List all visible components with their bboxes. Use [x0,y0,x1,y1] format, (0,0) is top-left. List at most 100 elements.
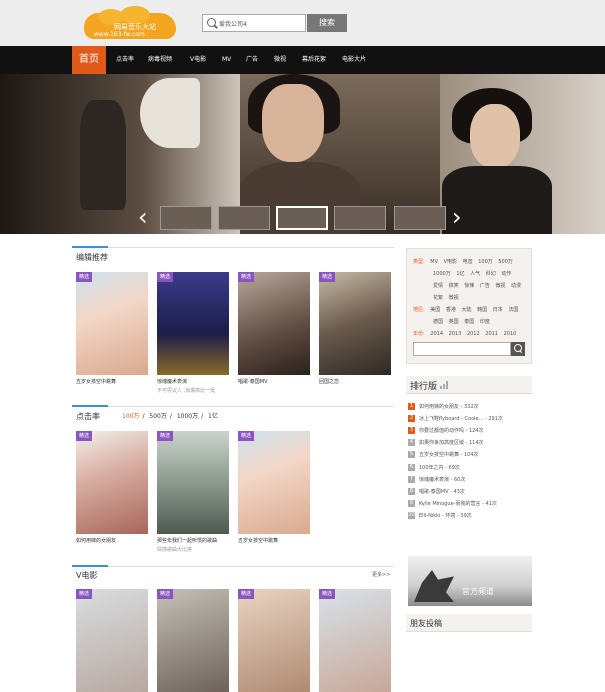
video-thumbnail[interactable]: 精选 [76,431,148,534]
filter-option[interactable]: V电影 [444,259,457,265]
banner-thumb[interactable] [394,206,446,230]
video-caption[interactable]: 唱歌-泰国MV [238,378,310,385]
nav-item-behind-scenes[interactable]: 幕后花絮 [302,46,326,74]
rank-item[interactable]: 7 惊魂魔术表演 - 60次 [408,473,532,485]
video-card[interactable]: 精选 五岁女孩空中跳舞 [238,431,310,544]
video-card[interactable]: 精选 那些年我们一起听惯的歌曲 情感歌曲大比拼 [157,431,229,553]
rank-text[interactable]: 你要过都值的动作吗 - 124次 [419,427,484,434]
rank-text[interactable]: 如果你争加高度区域 - 114次 [419,439,484,446]
video-caption[interactable]: 那些年我们一起听惯的歌曲 [157,537,229,544]
filter-option[interactable]: 科幻 [486,271,496,277]
filter-option[interactable]: 搞笑 [449,283,459,289]
filter-option[interactable]: 电音 [463,259,473,265]
rank-text[interactable]: Kylie Minogue-而我的营言 - 41次 [419,500,497,507]
video-card[interactable]: 精选 [157,589,229,692]
nav-item-clicks[interactable]: 点击率 [116,46,134,74]
rank-text[interactable]: 唱歌-泰国MV - 43次 [419,488,465,495]
tab-100w[interactable]: 100万 [122,413,139,420]
filter-option[interactable]: 动漫 [511,283,521,289]
tab-1000w[interactable]: 1000万 [177,413,198,420]
video-caption[interactable]: 惊魂魔术表演 [157,378,229,385]
sidebar-search-icon[interactable] [511,342,525,356]
filter-option[interactable]: 德国 [433,319,443,325]
banner-thumb[interactable] [160,206,212,230]
nav-item-micro[interactable]: 微视 [274,46,286,74]
filter-option[interactable]: 2014 [430,331,443,337]
banner-prev-arrow-icon[interactable]: ‹ [138,204,148,230]
nav-item-viral[interactable]: 病毒视频 [148,46,172,74]
nav-item-mv[interactable]: MV [222,46,231,74]
filter-option[interactable]: 花絮 [433,295,443,301]
rank-item[interactable]: 1 如何用嫁的女朋友 - 332次 [408,400,532,412]
banner-thumb[interactable] [218,206,270,230]
video-card[interactable]: 精选 回国之恋 [319,272,391,385]
rank-text[interactable]: 100年之内 - 69次 [419,464,460,471]
search-button[interactable]: 搜索 [307,14,347,32]
nav-item-ads[interactable]: 广告 [246,46,258,74]
video-card[interactable]: 精选 惊魂魔术表演 不可思议入 ,惊爆高比一挺 [157,272,229,394]
filter-option[interactable]: 2012 [467,331,480,337]
nav-item-blockbuster[interactable]: 电影大片 [342,46,366,74]
filter-option[interactable]: 大陆 [462,307,472,313]
video-card[interactable]: 精选 [319,589,391,692]
filter-option[interactable]: 2013 [449,331,462,337]
filter-option[interactable]: 动作 [501,271,511,277]
more-link[interactable]: 更多>> [372,571,390,578]
video-thumbnail[interactable]: 精选 [157,272,229,375]
video-thumbnail[interactable]: 精选 [76,272,148,375]
filter-option[interactable]: 人气 [470,271,480,277]
rank-text[interactable]: 五岁女孩空中跳舞 - 104次 [419,451,479,458]
filter-option[interactable]: 韩国 [477,307,487,313]
filter-option[interactable]: 2010 [504,331,517,337]
video-thumbnail[interactable]: 精选 [238,589,310,692]
banner-next-arrow-icon[interactable]: › [452,204,462,230]
video-caption[interactable]: 回国之恋 [319,378,391,385]
video-thumbnail[interactable]: 精选 [238,272,310,375]
filter-option[interactable]: 爱情 [433,283,443,289]
filter-option[interactable]: 2011 [485,331,498,337]
rank-item[interactable]: 10 Elli-Nikki - 环境 - 39次 [408,510,532,522]
video-thumbnail[interactable]: 精选 [76,589,148,692]
filter-option[interactable]: 惊悚 [464,283,474,289]
filter-option[interactable]: 香港 [446,307,456,313]
tab-500w[interactable]: 500万 [149,413,166,420]
video-thumbnail[interactable]: 精选 [319,272,391,375]
official-channel-banner[interactable]: 官方频道 [408,556,532,606]
filter-option[interactable]: 法国 [508,307,518,313]
filter-option[interactable]: 英国 [449,319,459,325]
rank-item[interactable]: 2 冰上飞鞋flyboard - Coole... - 291次 [408,412,532,424]
tab-1yi[interactable]: 1亿 [208,413,218,420]
filter-option[interactable]: 美国 [430,307,440,313]
banner-thumb-active[interactable] [276,206,328,230]
video-card[interactable]: 精选 五岁女孩空中跳舞 [76,272,148,385]
video-thumbnail[interactable]: 精选 [238,431,310,534]
site-logo[interactable]: 网易音乐大站 www.163-fw.com [84,6,176,41]
rank-text[interactable]: 如何用嫁的女朋友 - 332次 [419,403,479,410]
nav-home[interactable]: 首页 [72,46,106,74]
filter-option[interactable]: 广告 [480,283,490,289]
filter-option[interactable]: 日本 [493,307,503,313]
video-caption[interactable]: 五岁女孩空中跳舞 [76,378,148,385]
filter-option[interactable]: 1亿 [456,271,464,277]
banner-thumb[interactable] [334,206,386,230]
filter-option[interactable]: 1000万 [433,271,451,277]
rank-item[interactable]: 4 如果你争加高度区域 - 114次 [408,437,532,449]
rank-text[interactable]: 惊魂魔术表演 - 60次 [419,476,465,483]
rank-item[interactable]: 5 五岁女孩空中跳舞 - 104次 [408,449,532,461]
video-card[interactable]: 精选 [238,589,310,692]
video-thumbnail[interactable]: 精选 [157,431,229,534]
rank-item[interactable]: 3 你要过都值的动作吗 - 124次 [408,424,532,436]
video-caption[interactable]: 如何用嫁的女朋友 [76,537,148,544]
rank-item[interactable]: 9 Kylie Minogue-而我的营言 - 41次 [408,498,532,510]
video-thumbnail[interactable]: 精选 [157,589,229,692]
filter-option[interactable]: MV [430,259,438,265]
nav-item-vmovie[interactable]: V电影 [190,46,206,74]
video-card[interactable]: 精选 [76,589,148,692]
rank-item[interactable]: 6 100年之内 - 69次 [408,461,532,473]
filter-option[interactable]: 100万 [478,259,493,265]
rank-text[interactable]: 冰上飞鞋flyboard - Coole... - 291次 [419,415,503,422]
search-input[interactable] [219,16,304,30]
filter-option[interactable]: 泰国 [464,319,474,325]
video-thumbnail[interactable]: 精选 [319,589,391,692]
rank-item[interactable]: 8 唱歌-泰国MV - 43次 [408,485,532,497]
